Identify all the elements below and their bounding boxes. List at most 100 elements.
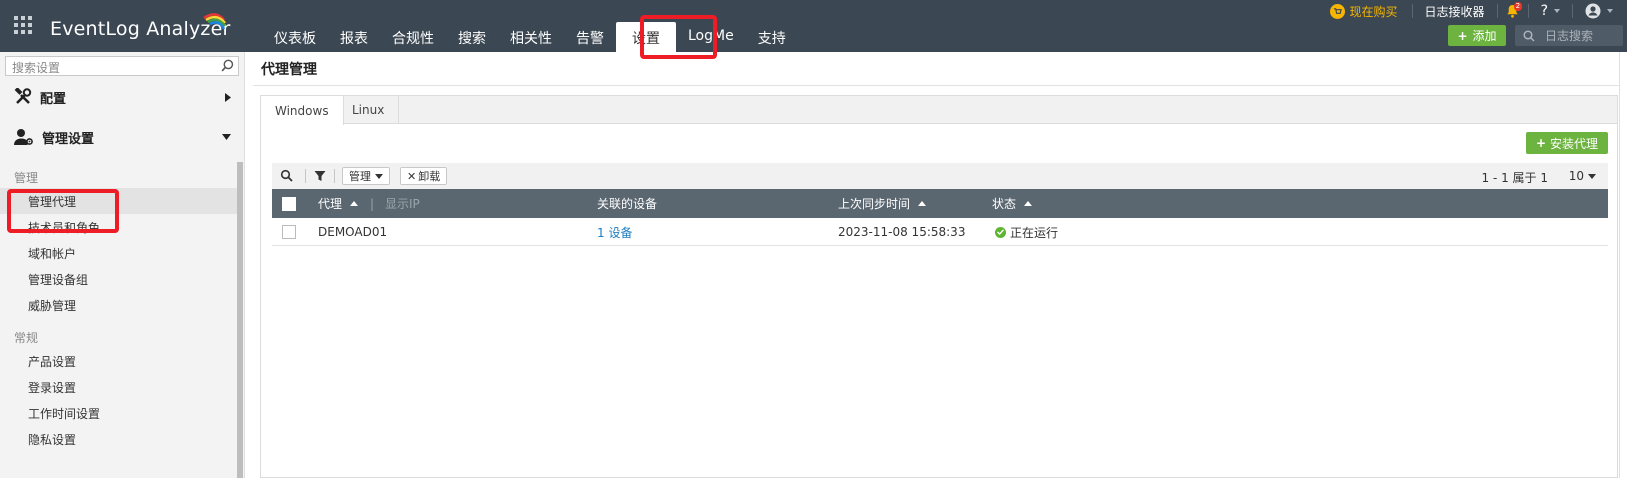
top-bar: EventLog Analyzer 仪表板 报表 合规性 搜索 相关性 告警 设… <box>0 0 1627 52</box>
settings-search-input[interactable]: 搜索设置 <box>5 56 239 76</box>
nav-support[interactable]: 支持 <box>746 22 798 52</box>
checkbox[interactable] <box>282 225 296 239</box>
tab-linux[interactable]: Linux <box>338 96 400 124</box>
add-button-label: 添加 <box>1472 29 1497 43</box>
chevron-down-icon <box>1554 9 1560 13</box>
tab-windows[interactable]: Windows <box>261 96 344 125</box>
divider <box>334 169 335 183</box>
sort-up-icon <box>350 201 359 206</box>
log-search-placeholder: 日志搜索 <box>1545 29 1594 43</box>
install-agent-button[interactable]: + 安装代理 <box>1526 132 1608 154</box>
chevron-down-icon <box>375 173 383 179</box>
column-label: 上次同步时间 <box>838 197 911 211</box>
help-icon: ? <box>1540 3 1548 19</box>
user-menu[interactable] <box>1573 3 1627 19</box>
sidebar-item-device-groups[interactable]: 管理设备组 <box>0 266 237 292</box>
sidebar-group-config[interactable]: 配置 <box>0 77 245 117</box>
nav-dashboard[interactable]: 仪表板 <box>262 22 328 52</box>
notifications-button[interactable]: 2 <box>1498 0 1528 22</box>
agent-name: DEMOAD01 <box>318 225 388 239</box>
buy-now-label: 现在购买 <box>1349 4 1398 19</box>
nav-alerts[interactable]: 告警 <box>564 22 616 52</box>
sidebar-group-label: 管理设置 <box>42 131 95 147</box>
nav-correlation[interactable]: 相关性 <box>498 22 564 52</box>
app-grid-icon[interactable] <box>14 16 32 34</box>
column-label: 代理 <box>318 197 343 211</box>
admin-user-icon <box>14 129 33 145</box>
column-devices[interactable]: 关联的设备 <box>597 189 657 218</box>
settings-search-placeholder: 搜索设置 <box>12 61 61 75</box>
buy-now-link[interactable]: 现在购买 <box>1318 3 1412 20</box>
sidebar-item-threat-management[interactable]: 威胁管理 <box>0 292 237 318</box>
table-header: 代理 | 显示IP 关联的设备 上次同步时间 状态 <box>272 189 1608 218</box>
chevron-down-icon <box>1588 173 1596 179</box>
divider <box>305 169 306 183</box>
row-checkbox[interactable] <box>282 218 296 246</box>
sidebar-item-product-settings[interactable]: 产品设置 <box>0 348 237 374</box>
column-agent[interactable]: 代理 <box>318 189 359 218</box>
sidebar: 搜索设置 配置 管理设置 管理 管理代理 技术员和角色 域和帐户 管理设备组 威… <box>0 52 245 478</box>
plus-icon: + <box>1535 136 1547 150</box>
show-ip-toggle[interactable]: 显示IP <box>385 189 420 218</box>
agent-panel: Windows Linux + 安装代理 管理 ✕ 卸载 1 - 1 属于 1 … <box>260 95 1618 478</box>
close-icon: ✕ <box>407 169 417 183</box>
column-status[interactable]: 状态 <box>992 189 1033 218</box>
main-nav: 仪表板 报表 合规性 搜索 相关性 告警 设置 LogMe 支持 <box>262 22 798 52</box>
sidebar-section-title: 管理 <box>14 171 39 185</box>
sidebar-item-privacy-settings[interactable]: 隐私设置 <box>0 426 237 452</box>
help-menu[interactable]: ? <box>1529 3 1572 19</box>
chevron-down-icon <box>1607 9 1613 13</box>
nav-reports[interactable]: 报表 <box>328 22 380 52</box>
page-size-select[interactable]: 10 <box>1569 169 1596 183</box>
table-row: DEMOAD01 1 设备 2023-11-08 15:58:33 正在运行 <box>272 218 1608 246</box>
nav-search[interactable]: 搜索 <box>446 22 498 52</box>
chevron-down-icon <box>222 134 231 140</box>
sidebar-item-domains-accounts[interactable]: 域和帐户 <box>0 240 237 266</box>
highlight-box-manage-agents <box>7 189 119 233</box>
sidebar-scrollbar[interactable] <box>237 162 243 478</box>
page-scrollbar[interactable] <box>1619 52 1620 478</box>
plus-icon: + <box>1457 28 1468 43</box>
user-avatar-icon <box>1585 3 1601 19</box>
sidebar-item-working-hours[interactable]: 工作时间设置 <box>0 400 237 426</box>
log-search-input[interactable]: 日志搜索 <box>1515 25 1623 46</box>
sidebar-section-title: 常规 <box>14 331 39 345</box>
devices-link[interactable]: 1 设备 <box>597 218 632 246</box>
chevron-right-icon <box>225 92 231 102</box>
manage-dropdown[interactable]: 管理 <box>342 167 390 185</box>
search-icon[interactable] <box>221 59 234 72</box>
divider <box>253 85 1619 86</box>
sidebar-group-label: 配置 <box>40 91 67 107</box>
main-content: 代理管理 Windows Linux + 安装代理 管理 ✕ 卸载 1 - 1 … <box>253 52 1619 478</box>
filter-icon[interactable] <box>314 170 326 182</box>
status-cell: 正在运行 <box>995 218 1058 246</box>
search-icon[interactable] <box>280 169 294 183</box>
notification-badge: 2 <box>1513 2 1523 11</box>
os-tabs: Windows Linux <box>261 96 1617 125</box>
log-receiver-link[interactable]: 日志接收器 <box>1413 3 1497 20</box>
add-button[interactable]: + 添加 <box>1448 25 1506 46</box>
status-label: 正在运行 <box>1010 225 1059 240</box>
divider: | <box>370 196 375 211</box>
check-circle-icon <box>995 226 1006 238</box>
search-icon <box>1523 29 1535 42</box>
cart-icon <box>1329 3 1345 19</box>
column-last-sync[interactable]: 上次同步时间 <box>838 189 927 218</box>
tools-icon <box>14 88 32 104</box>
uninstall-button[interactable]: ✕ 卸载 <box>400 167 448 185</box>
uninstall-label: 卸载 <box>418 170 441 183</box>
select-all-checkbox[interactable] <box>282 189 296 218</box>
last-sync-time: 2023-11-08 15:58:33 <box>838 225 966 239</box>
manage-label: 管理 <box>349 170 371 183</box>
install-agent-label: 安装代理 <box>1550 136 1599 151</box>
sidebar-item-login-settings[interactable]: 登录设置 <box>0 374 237 400</box>
pagination-info: 1 - 1 属于 1 <box>1481 171 1549 185</box>
page-title: 代理管理 <box>261 62 317 78</box>
top-right-links: 现在购买 日志接收器 2 ? <box>1318 0 1627 22</box>
sidebar-group-admin[interactable]: 管理设置 <box>0 117 245 157</box>
checkbox[interactable] <box>282 196 296 211</box>
nav-compliance[interactable]: 合规性 <box>380 22 446 52</box>
sort-up-icon <box>1024 201 1033 206</box>
sort-up-icon <box>918 201 927 206</box>
table-toolbar: 管理 ✕ 卸载 1 - 1 属于 1 10 <box>272 163 1608 189</box>
